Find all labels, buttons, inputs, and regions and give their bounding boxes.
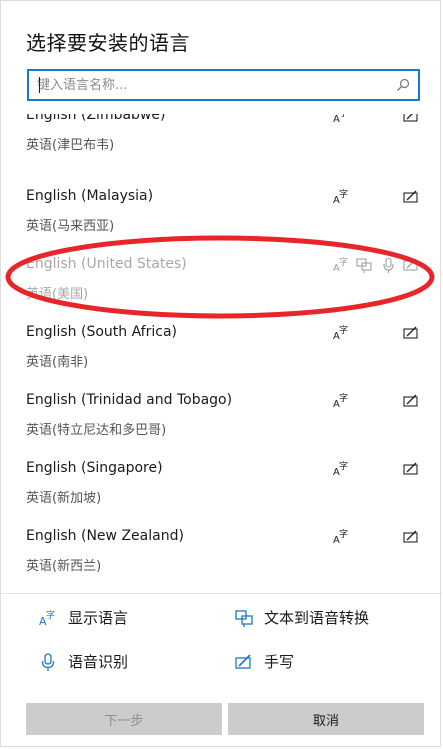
handwriting-icon — [403, 188, 419, 206]
legend-speech-recognition: 语音识别 — [38, 651, 128, 672]
display-language-icon: A字 — [333, 324, 349, 342]
language-row[interactable]: English (South Africa) 英语(南非) A字 — [1, 318, 442, 386]
svg-text:字: 字 — [339, 256, 348, 268]
display-language-icon: A字 — [333, 188, 349, 206]
svg-text:字: 字 — [339, 114, 348, 119]
language-name: English (South Africa) — [26, 324, 177, 340]
language-name: English (United States) — [26, 256, 187, 272]
language-list[interactable]: English (Zimbabwe) 英语(津巴布韦) A字 English (… — [1, 114, 442, 586]
text-to-speech-icon — [356, 256, 372, 274]
language-native-name: 英语(美国) — [26, 287, 89, 302]
text-caret — [39, 77, 40, 93]
next-button[interactable]: 下一步 — [26, 703, 222, 735]
language-name: English (Singapore) — [26, 460, 163, 476]
display-language-icon: A字 — [333, 528, 349, 546]
display-language-icon: A字 — [333, 460, 349, 478]
language-native-name: 英语(新西兰) — [26, 559, 102, 574]
language-row[interactable]: English (Malaysia) 英语(马来西亚) A字 — [1, 182, 442, 250]
search-box[interactable] — [27, 69, 420, 101]
handwriting-icon — [403, 528, 419, 546]
legend-display-language: A字 显示语言 — [38, 607, 128, 628]
handwriting-icon — [403, 460, 419, 478]
search-icon[interactable] — [388, 71, 418, 99]
language-row[interactable]: English (Zimbabwe) 英语(津巴布韦) A字 — [1, 114, 442, 169]
divider — [1, 593, 442, 594]
language-name: English (Malaysia) — [26, 188, 154, 204]
svg-text:字: 字 — [339, 392, 348, 404]
text-to-speech-icon — [234, 608, 254, 628]
language-native-name: 英语(新加坡) — [26, 491, 102, 506]
language-native-name: 英语(南非) — [26, 355, 89, 370]
speech-recognition-icon — [38, 652, 58, 672]
language-row[interactable]: English (New Zealand) 英语(新西兰) A字 — [1, 522, 442, 586]
language-name: English (Zimbabwe) — [26, 114, 166, 123]
language-row[interactable]: English (Singapore) 英语(新加坡) A字 — [1, 454, 442, 522]
handwriting-icon — [403, 392, 419, 410]
cancel-button[interactable]: 取消 — [228, 703, 424, 735]
display-language-icon: A字 — [333, 114, 349, 125]
display-language-icon: A字 — [333, 256, 349, 274]
svg-text:字: 字 — [339, 528, 348, 540]
handwriting-icon — [234, 652, 254, 672]
language-name: English (New Zealand) — [26, 528, 184, 544]
language-native-name: 英语(马来西亚) — [26, 219, 115, 234]
handwriting-icon — [403, 324, 419, 342]
language-row[interactable]: English (Trinidad and Tobago) 英语(特立尼达和多巴… — [1, 386, 442, 454]
legend-label: 手写 — [264, 653, 295, 671]
svg-text:字: 字 — [339, 460, 348, 472]
language-picker-dialog: 选择要安装的语言 English (Zimbabwe) 英语(津巴布韦) A字 … — [0, 0, 442, 747]
handwriting-icon — [403, 256, 419, 274]
language-native-name: 英语(津巴布韦) — [26, 138, 115, 153]
language-name: English (Trinidad and Tobago) — [26, 392, 233, 408]
display-language-icon: A字 — [38, 608, 58, 628]
language-native-name: 英语(特立尼达和多巴哥) — [26, 423, 167, 438]
legend-text-to-speech: 文本到语音转换 — [234, 607, 369, 628]
language-row[interactable]: English (United States) 英语(美国) A字 — [1, 250, 442, 318]
svg-text:字: 字 — [339, 188, 348, 200]
dialog-title: 选择要安装的语言 — [26, 31, 190, 55]
search-input[interactable] — [29, 76, 388, 94]
handwriting-icon — [403, 114, 419, 125]
display-language-icon: A字 — [333, 392, 349, 410]
svg-text:字: 字 — [46, 609, 55, 621]
legend-label: 语音识别 — [68, 653, 129, 671]
legend-label: 文本到语音转换 — [264, 609, 370, 627]
legend-label: 显示语言 — [68, 609, 129, 627]
speech-recognition-icon — [381, 256, 397, 274]
svg-text:字: 字 — [339, 324, 348, 336]
legend-handwriting: 手写 — [234, 651, 294, 672]
